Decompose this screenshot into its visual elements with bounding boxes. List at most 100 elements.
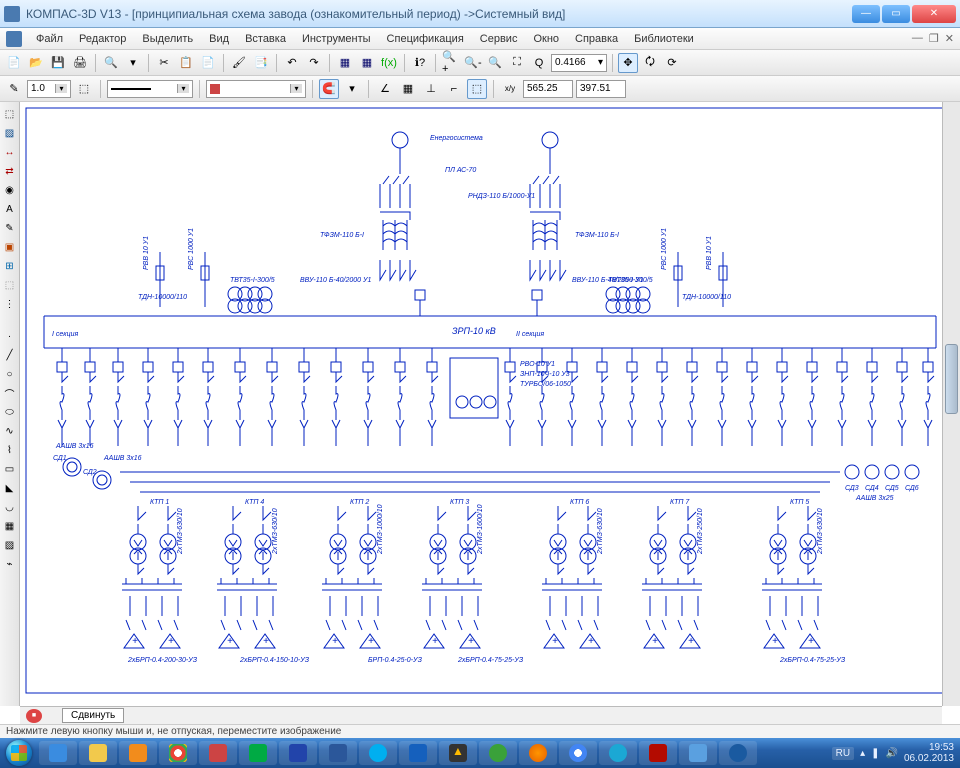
variables-button[interactable]: ▦ bbox=[357, 53, 377, 73]
menu-insert[interactable]: Вставка bbox=[239, 31, 292, 47]
open-button[interactable]: 📂 bbox=[26, 53, 46, 73]
zoom-level-input[interactable]: 0.4166▾ bbox=[551, 54, 607, 72]
help-cursor-button[interactable]: ℹ? bbox=[410, 53, 430, 73]
zoom-in-button[interactable]: 🔍+ bbox=[441, 53, 461, 73]
pattern-tool[interactable]: ▦ bbox=[2, 518, 18, 534]
task-chrome[interactable] bbox=[159, 741, 197, 765]
menu-select[interactable]: Выделить bbox=[136, 31, 199, 47]
pan-button[interactable]: ✥ bbox=[618, 53, 638, 73]
tray-volume-icon[interactable]: 🔊 bbox=[885, 748, 897, 759]
task-acrobat[interactable] bbox=[639, 741, 677, 765]
color-select[interactable]: ▾ bbox=[206, 80, 306, 98]
edit-tool[interactable]: ✎ bbox=[2, 220, 18, 236]
grid-button[interactable]: ▦ bbox=[398, 79, 418, 99]
menu-tools[interactable]: Инструменты bbox=[296, 31, 377, 47]
menu-libs[interactable]: Библиотеки bbox=[628, 31, 700, 47]
task-explorer[interactable] bbox=[79, 741, 117, 765]
snap-dropdown[interactable]: ▾ bbox=[342, 79, 362, 99]
tray-network-icon[interactable]: ❚ bbox=[871, 748, 879, 759]
arc-tool[interactable]: ⌒ bbox=[2, 385, 18, 401]
task-ie[interactable] bbox=[39, 741, 77, 765]
new-button[interactable]: 📄 bbox=[4, 53, 24, 73]
line-tool[interactable]: ╱ bbox=[2, 347, 18, 363]
spec-tool[interactable]: ⋮ bbox=[2, 296, 18, 312]
label-tool[interactable]: ◉ bbox=[2, 182, 18, 198]
preview-button[interactable]: 🔍 bbox=[101, 53, 121, 73]
layer-button[interactable]: ⬚ bbox=[74, 79, 94, 99]
coord-y-input[interactable]: 397.51 bbox=[576, 80, 626, 98]
menu-view[interactable]: Вид bbox=[203, 31, 235, 47]
dropdown-button[interactable]: ▾ bbox=[123, 53, 143, 73]
ann-tool[interactable]: A bbox=[2, 201, 18, 217]
angle-tool[interactable]: ∠ bbox=[375, 79, 395, 99]
zoom-out-button[interactable]: 🔍- bbox=[463, 53, 483, 73]
point-tool[interactable]: · bbox=[2, 328, 18, 344]
print-button[interactable]: 🖨 bbox=[70, 53, 90, 73]
manager-button[interactable]: ▦ bbox=[335, 53, 355, 73]
cut-button[interactable]: ✂ bbox=[154, 53, 174, 73]
language-indicator[interactable]: RU bbox=[832, 747, 854, 760]
task-z[interactable] bbox=[599, 741, 637, 765]
properties-button[interactable]: 📑 bbox=[251, 53, 271, 73]
snap-cursor-button[interactable]: ⬚ bbox=[467, 79, 487, 99]
tray-flag-icon[interactable]: ▴ bbox=[860, 748, 865, 759]
refresh-button[interactable]: ⟳ bbox=[662, 53, 682, 73]
task-app4[interactable]: ▲ bbox=[439, 741, 477, 765]
text-tool[interactable]: ⇄ bbox=[2, 163, 18, 179]
menu-spec[interactable]: Спецификация bbox=[381, 31, 470, 47]
ortho-button[interactable]: ⊥ bbox=[421, 79, 441, 99]
save-button[interactable]: 💾 bbox=[48, 53, 68, 73]
task-utorrent[interactable] bbox=[479, 741, 517, 765]
minimize-button[interactable]: — bbox=[852, 5, 880, 23]
fx-button[interactable]: f(x) bbox=[379, 53, 399, 73]
ellipse-tool[interactable]: ⬭ bbox=[2, 404, 18, 420]
menu-file[interactable]: Файл bbox=[30, 31, 69, 47]
circle-tool[interactable]: ○ bbox=[2, 366, 18, 382]
geometry-tool[interactable]: ⬚ bbox=[2, 106, 18, 122]
start-button[interactable] bbox=[0, 738, 38, 768]
task-app1[interactable] bbox=[199, 741, 237, 765]
hatch-tool[interactable]: ▨ bbox=[2, 125, 18, 141]
param-tool[interactable]: ▣ bbox=[2, 239, 18, 255]
task-kompas[interactable] bbox=[719, 741, 757, 765]
paste-button[interactable]: 📄 bbox=[198, 53, 218, 73]
prop-icon[interactable]: ✎ bbox=[4, 79, 24, 99]
undo-button[interactable]: ↶ bbox=[282, 53, 302, 73]
mdi-restore[interactable]: ❐ bbox=[929, 32, 939, 45]
mdi-min[interactable]: — bbox=[912, 32, 923, 45]
menu-help[interactable]: Справка bbox=[569, 31, 624, 47]
stop-icon[interactable]: ■ bbox=[26, 709, 42, 723]
task-app2[interactable] bbox=[239, 741, 277, 765]
format-button[interactable]: 🖌 bbox=[229, 53, 249, 73]
coord-x-input[interactable]: 565.25 bbox=[523, 80, 573, 98]
tray-clock[interactable]: 19:53 06.02.2013 bbox=[904, 742, 954, 764]
chamfer-tool[interactable]: ◣ bbox=[2, 480, 18, 496]
zoom-window-button[interactable]: 🔍 bbox=[485, 53, 505, 73]
rect-tool[interactable]: ▭ bbox=[2, 461, 18, 477]
menu-window[interactable]: Окно bbox=[527, 31, 565, 47]
scroll-thumb[interactable] bbox=[945, 344, 958, 414]
redo-button[interactable]: ↷ bbox=[304, 53, 324, 73]
task-wmp[interactable] bbox=[119, 741, 157, 765]
task-firefox[interactable] bbox=[519, 741, 557, 765]
fillet-tool[interactable]: ◡ bbox=[2, 499, 18, 515]
close-button[interactable]: ✕ bbox=[912, 5, 956, 23]
vertical-scrollbar[interactable] bbox=[942, 102, 960, 706]
hatch2-tool[interactable]: ▨ bbox=[2, 537, 18, 553]
drawing-canvas[interactable]: Енергосистема ПЛ АС-70 РНДЗ-110 Б/1000-У… bbox=[20, 102, 960, 706]
zoom-fit-button[interactable]: ⛶ bbox=[507, 53, 527, 73]
snap-magnet-button[interactable]: 🧲 bbox=[319, 79, 339, 99]
menu-edit[interactable]: Редактор bbox=[73, 31, 132, 47]
select-tool[interactable]: ⬚ bbox=[2, 277, 18, 293]
task-skype[interactable] bbox=[359, 741, 397, 765]
measure-tool[interactable]: ⊞ bbox=[2, 258, 18, 274]
polyline-tool[interactable]: ⌇ bbox=[2, 442, 18, 458]
menu-service[interactable]: Сервис bbox=[474, 31, 524, 47]
mdi-close[interactable]: ✕ bbox=[945, 32, 954, 45]
task-word[interactable] bbox=[319, 741, 357, 765]
line-style-select[interactable]: ▾ bbox=[107, 80, 193, 98]
maximize-button[interactable]: ▭ bbox=[882, 5, 910, 23]
task-app3[interactable] bbox=[279, 741, 317, 765]
rotate-button[interactable]: 🗘 bbox=[640, 53, 660, 73]
zoom-prev-button[interactable]: Q bbox=[529, 53, 549, 73]
